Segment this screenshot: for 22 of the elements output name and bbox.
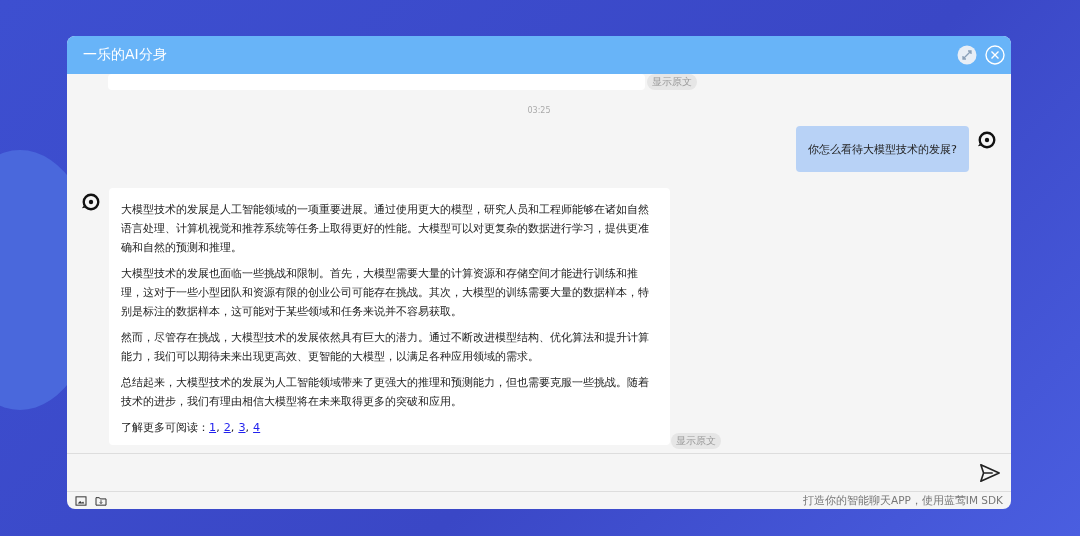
footer-text: 打造你的智能聊天APP，使用蓝莺IM SDK — [803, 493, 1003, 508]
link-separator: , — [216, 421, 220, 434]
links-label: 了解更多可阅读： — [121, 421, 209, 434]
bot-avatar-icon — [81, 192, 101, 212]
send-icon[interactable] — [979, 461, 1001, 484]
reference-link[interactable]: 4 — [253, 421, 261, 434]
reference-link[interactable]: 1 — [209, 421, 217, 434]
message-text: 总结起来，大模型技术的发展为人工智能领域带来了更强大的推理和预测能力，但也需要克服一些挑战。随着技术的进步，我们有理由相信大模型将在未来取得更多的突破和应用。 — [121, 375, 650, 410]
message-input[interactable] — [67, 453, 1011, 492]
message-text: 然而，尽管存在挑战，大模型技术的发展依然具有巨大的潜力。通过不断改进模型结构、优化算法和提升计算能力，我们可以期待未来出现更高效、更智能的大模型，以满足各种应用领域的需求。 — [121, 330, 650, 365]
message-text: 大模型技术的发展也面临一些挑战和限制。首先，大模型需要大量的计算资源和存储空间才能进行训练和推理，这对于一些小型团队和资源有限的创业公司可能存在挑战。其次，大模型的训练需要大量的数据样本，特别是标注的数据样本，这可能对于某些领域和任务来说并不容易获取。 — [121, 266, 650, 320]
window-title: 一乐的AI分身 — [83, 46, 167, 64]
link-separator: , — [245, 421, 250, 434]
reference-link[interactable]: 2 — [223, 421, 231, 434]
message-text: 你怎么看待大模型技术的发展? — [808, 142, 957, 158]
link-separator: , — [230, 421, 235, 434]
folder-icon[interactable] — [95, 495, 107, 506]
reference-link[interactable]: 3 — [238, 421, 246, 434]
timestamp: 03:25 — [526, 106, 552, 115]
bot-avatar-icon — [977, 130, 997, 150]
image-icon[interactable] — [75, 495, 87, 506]
message-text: 大模型技术的发展是人工智能领域的一项重要进展。通过使用更大的模型，研究人员和工程师能够在诸如自然语言处理、计算机视觉和推荐系统等任务上取得更好的性能。大模型可以对更复杂的数据进行学习，提供更准确和自然的预测和推理。 — [121, 202, 650, 256]
